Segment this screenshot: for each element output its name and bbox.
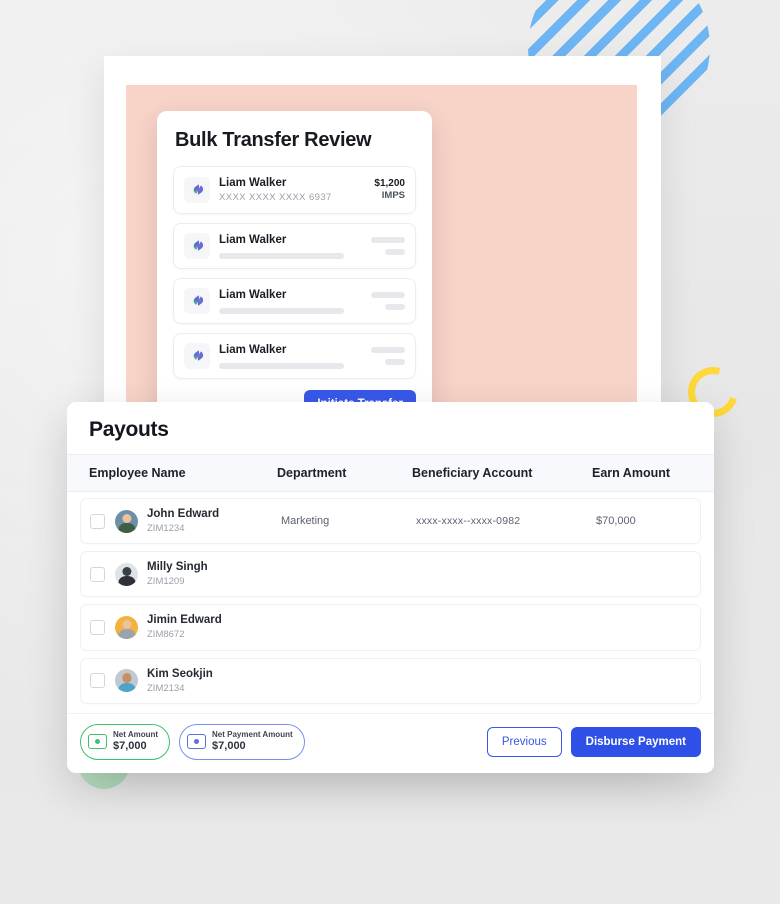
footer-actions: Previous Disburse Payment: [486, 726, 701, 757]
table-row[interactable]: Jimin Edward ZIM8672: [80, 604, 701, 651]
transfer-details: Liam Walker: [219, 343, 371, 370]
table-row[interactable]: Milly Singh ZIM1209: [80, 551, 701, 598]
row-checkbox[interactable]: [90, 673, 105, 689]
bank-logo-icon: [184, 288, 210, 315]
beneficiary-account-cell: xxxx-xxxx--xxxx-0982: [416, 515, 521, 528]
transfer-row[interactable]: Liam Walker XXXX XXXX XXXX 6937 $1,200 I…: [173, 166, 416, 215]
avatar: [115, 669, 138, 693]
employee-name: Kim Seokjin: [147, 667, 213, 680]
net-payment-amount-chip: Net Payment Amount $7,000: [179, 723, 305, 760]
employee-name: John Edward: [147, 508, 220, 520]
payouts-footer: Net Amount $7,000 Net Payment Amount $7,…: [67, 712, 714, 773]
beneficiary-name: Liam Walker: [219, 289, 287, 302]
account-placeholder: [219, 253, 344, 260]
account-placeholder: [219, 308, 344, 315]
avatar: [115, 562, 138, 586]
transfer-details: Liam Walker XXXX XXXX XXXX 6937: [219, 176, 374, 204]
bank-logo-icon: [184, 177, 210, 204]
bulk-transfer-title: Bulk Transfer Review: [175, 129, 372, 151]
amount-placeholder: [371, 292, 405, 299]
payment-icon: [187, 734, 207, 750]
chip-text: Net Amount $7,000: [113, 730, 158, 754]
table-body: John Edward ZIM1234 Marketing xxxx-xxxx-…: [67, 492, 714, 713]
bank-logo-icon: [184, 343, 210, 370]
column-header-beneficiary-account: Beneficiary Account: [412, 466, 533, 480]
transfer-amount: $1,200: [374, 177, 405, 189]
summary-chips: Net Amount $7,000 Net Payment Amount $7,…: [80, 723, 305, 760]
employee-cell: Milly Singh ZIM1209: [147, 560, 281, 588]
mode-placeholder: [385, 359, 405, 366]
transfer-amount-block: [371, 292, 405, 311]
mode-placeholder: [385, 249, 405, 256]
avatar: [115, 509, 138, 533]
net-payment-amount-label: Net Payment Amount: [212, 729, 293, 739]
column-header-department: Department: [277, 466, 347, 480]
employee-cell: Jimin Edward ZIM8672: [147, 613, 281, 641]
transfer-amount-block: [371, 237, 405, 256]
chip-text: Net Payment Amount $7,000: [212, 730, 293, 754]
transfer-row[interactable]: Liam Walker: [173, 278, 416, 325]
earn-amount-cell: $70,000: [596, 515, 636, 528]
beneficiary-name: Liam Walker: [219, 177, 287, 189]
employee-cell: Kim Seokjin ZIM2134: [147, 667, 281, 695]
employee-cell: John Edward ZIM1234: [147, 507, 281, 535]
table-header-row: Employee Name Department Beneficiary Acc…: [67, 454, 714, 492]
row-checkbox[interactable]: [90, 620, 105, 636]
beneficiary-name: Liam Walker: [219, 234, 287, 247]
transfer-amount-block: [371, 347, 405, 366]
column-header-earn-amount: Earn Amount: [592, 466, 671, 480]
mode-placeholder: [385, 304, 405, 311]
table-row[interactable]: Kim Seokjin ZIM2134: [80, 657, 701, 704]
transfer-details: Liam Walker: [219, 233, 371, 260]
transfer-row[interactable]: Liam Walker: [173, 333, 416, 380]
beneficiary-account: XXXX XXXX XXXX 6937: [219, 191, 332, 203]
employee-id: ZIM2134: [147, 682, 185, 694]
payouts-panel: Payouts Employee Name Department Benefic…: [67, 402, 714, 773]
page-title: Payouts: [89, 418, 169, 441]
department-cell: Marketing: [281, 515, 330, 528]
bulk-transfer-card: Bulk Transfer Review Liam Walker XXXX XX…: [157, 111, 432, 433]
row-checkbox[interactable]: [90, 513, 105, 529]
employee-id: ZIM1209: [147, 576, 185, 588]
beneficiary-name: Liam Walker: [219, 344, 287, 357]
previous-button[interactable]: Previous: [486, 726, 562, 757]
disburse-payment-button[interactable]: Disburse Payment: [570, 726, 701, 757]
table-row[interactable]: John Edward ZIM1234 Marketing xxxx-xxxx-…: [80, 498, 701, 545]
avatar: [115, 616, 138, 640]
net-amount-label: Net Amount: [113, 729, 159, 739]
amount-placeholder: [371, 347, 405, 354]
net-amount-chip: Net Amount $7,000: [80, 723, 171, 760]
employee-name: Jimin Edward: [147, 614, 222, 627]
net-payment-amount-value: $7,000: [212, 739, 246, 752]
account-placeholder: [219, 363, 344, 370]
net-amount-value: $7,000: [113, 739, 147, 752]
transfer-amount-block: $1,200 IMPS: [374, 177, 405, 203]
column-header-employee-name: Employee Name: [89, 466, 186, 480]
transfer-row[interactable]: Liam Walker: [173, 223, 416, 270]
payouts-header: Payouts: [67, 402, 714, 454]
money-icon: [88, 734, 107, 750]
row-checkbox[interactable]: [90, 566, 105, 582]
employee-id: ZIM1234: [147, 522, 185, 534]
employee-name: Milly Singh: [147, 561, 208, 574]
employee-id: ZIM8672: [147, 629, 185, 641]
transfer-mode: IMPS: [381, 190, 405, 202]
amount-placeholder: [371, 237, 405, 244]
bank-logo-icon: [184, 233, 210, 260]
transfer-details: Liam Walker: [219, 288, 371, 315]
